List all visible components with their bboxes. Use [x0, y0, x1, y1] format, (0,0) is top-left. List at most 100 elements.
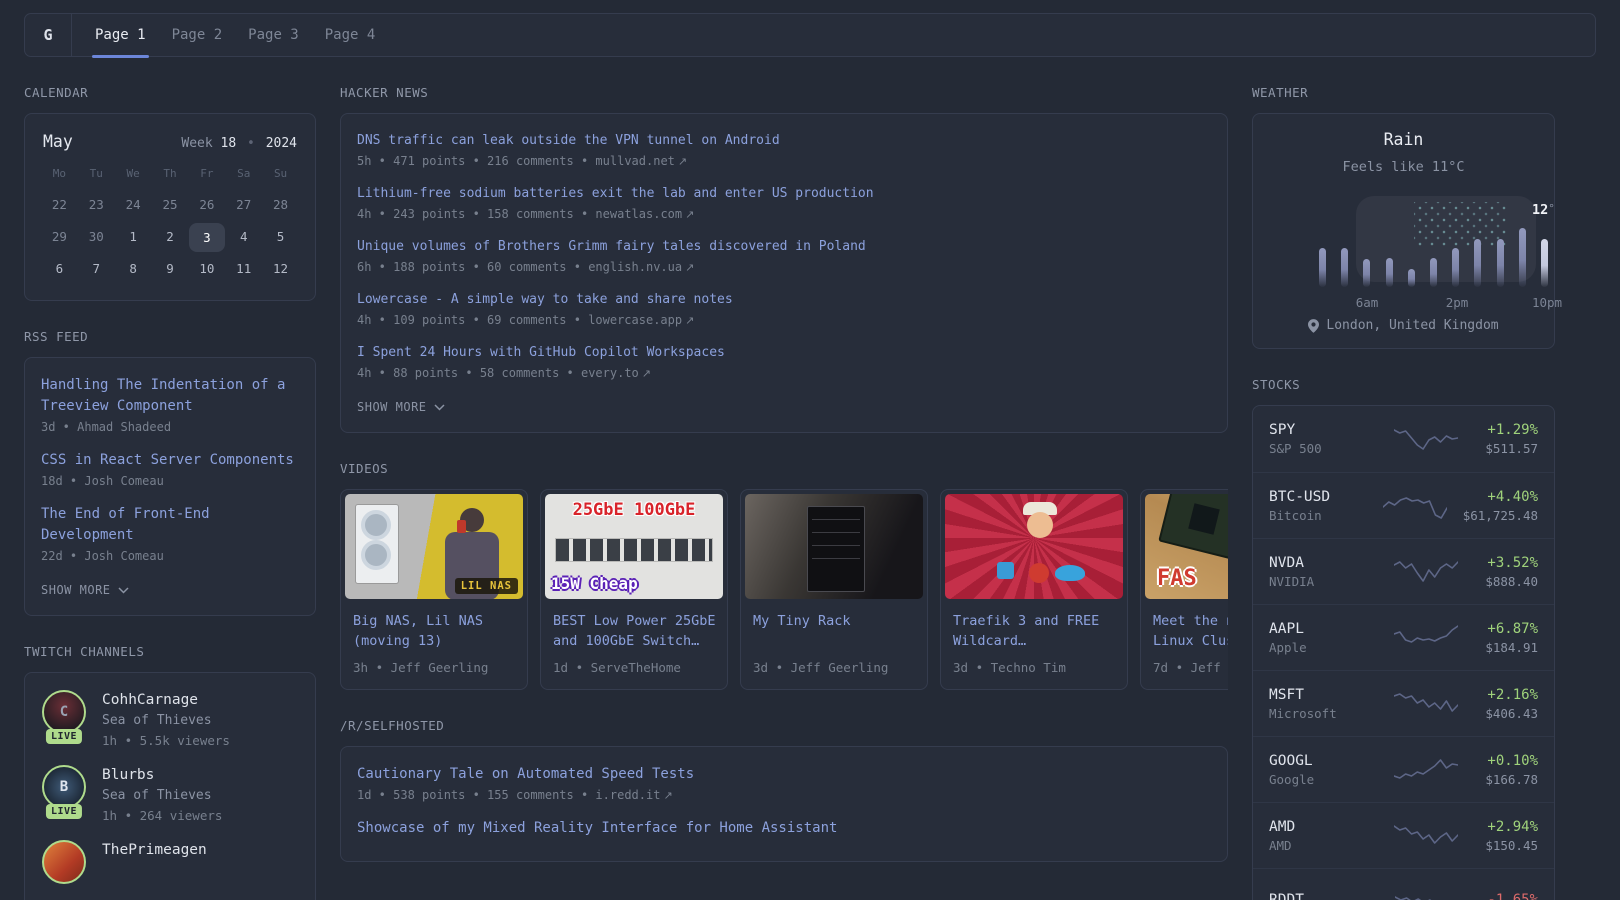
weather-bar [1496, 239, 1504, 287]
twitch-channel-info: Blurbs Sea of Thieves 1h • 264 viewers [102, 765, 222, 823]
reddit-item-domain-link[interactable]: i.redd.it ↗ [595, 788, 672, 802]
stock-row[interactable]: RDDT -1.65% [1253, 868, 1554, 900]
twitch-channel-row[interactable]: ThePrimeagen [41, 840, 299, 898]
selfhosted-section-title: /R/SELFHOSTED [340, 718, 445, 733]
tab-page-1[interactable]: Page 1 [82, 14, 159, 58]
rss-show-more-button[interactable]: SHOW MORE [41, 583, 129, 597]
calendar-day-today: 3 [188, 222, 225, 252]
hn-item-meta: 4h • 88 points • 58 comments • every.to ↗ [357, 366, 1211, 380]
stock-sparkline [1367, 624, 1485, 651]
rss-item-title-link[interactable]: CSS in React Server Components [41, 450, 299, 471]
calendar-day: 22 [51, 197, 67, 212]
hn-item-domain-link[interactable]: english.nv.ua ↗ [588, 260, 694, 274]
thumbnail-text: 25GbE 100GbE [572, 500, 696, 520]
tab-page-3[interactable]: Page 3 [235, 14, 312, 56]
reddit-item-domain: i.redd.it [595, 788, 661, 802]
time-tick: 6am [1355, 295, 1379, 310]
week-label: Week [181, 136, 213, 151]
separator-dot: • [247, 136, 255, 151]
videos-section-title: VIDEOS [340, 461, 389, 476]
weekday-label: Tu [89, 167, 103, 180]
stock-row[interactable]: NVDA NVIDIA +3.52% $888.40 [1253, 538, 1554, 604]
twitch-avatar-wrap: B LIVE [41, 765, 87, 823]
avatar [42, 840, 86, 884]
hn-item-domain-link[interactable]: lowercase.app ↗ [588, 313, 694, 327]
hn-item-title-link[interactable]: DNS traffic can leak outside the VPN tun… [357, 131, 1211, 151]
hn-item-domain: newatlas.com [595, 207, 683, 221]
twitch-channel-row[interactable]: C LIVE CohhCarnage Sea of Thieves 1h • 5… [41, 690, 299, 748]
video-card[interactable]: 25GbE 100GbE 15W Cheap BEST Low Power 25… [540, 489, 728, 690]
stock-row[interactable]: AMD AMD +2.94% $150.45 [1253, 802, 1554, 868]
twitch-channel-game: Sea of Thieves [102, 713, 212, 728]
live-badge: LIVE [45, 804, 83, 819]
hn-item-domain-link[interactable]: mullvad.net ↗ [595, 154, 687, 168]
rss-item-title-link[interactable]: The End of Front-End Development [41, 504, 299, 546]
stock-sparkline [1367, 889, 1487, 900]
twitch-avatar-wrap: C LIVE [41, 690, 87, 748]
stock-symbol: AMD [1269, 818, 1296, 835]
thumbnail-text: LIL NAS [454, 578, 518, 594]
video-meta: 3d • Techno Tim [953, 660, 1066, 675]
reddit-item-stats: 1d • 538 points • 155 comments • [357, 788, 596, 802]
left-column: CALENDAR May Week 18 • 2024 Mo Tu We Th … [24, 57, 316, 900]
stock-name: AMD [1269, 837, 1292, 853]
video-thumbnail [945, 494, 1123, 599]
show-more-label: SHOW MORE [357, 400, 427, 414]
weekday-label: Su [273, 167, 288, 180]
reddit-item-title-link[interactable]: Showcase of my Mixed Reality Interface f… [357, 818, 1211, 839]
stock-row[interactable]: MSFT Microsoft +2.16% $406.43 [1253, 670, 1554, 736]
top-nav: G Page 1 Page 2 Page 3 Page 4 [24, 13, 1596, 58]
hn-item-title-link[interactable]: Unique volumes of Brothers Grimm fairy t… [357, 237, 1211, 257]
hn-item-domain-link[interactable]: every.to ↗ [581, 366, 651, 380]
twitch-channel-row[interactable]: B LIVE Blurbs Sea of Thieves 1h • 264 vi… [41, 765, 299, 823]
stock-row[interactable]: BTC-USD Bitcoin +4.40% $61,725.48 [1253, 472, 1554, 538]
rss-item-meta: 18d • Josh Comeau [41, 474, 164, 488]
weather-section-title: WEATHER [1252, 85, 1309, 100]
calendar-day: 9 [166, 261, 174, 276]
hn-item-title-link[interactable]: Lowercase - A simple way to take and sha… [357, 290, 1211, 310]
video-card[interactable]: LIL NAS Big NAS, Lil NAS (moving 13) 3h … [340, 489, 528, 690]
video-card[interactable]: FAS Meet the new Linux Cluster… 7d • Jef… [1140, 489, 1228, 690]
rss-item-title-link[interactable]: Handling The Indentation of a Treeview C… [41, 375, 299, 417]
calendar-day: 28 [273, 197, 289, 212]
hn-item-meta: 5h • 471 points • 216 comments • mullvad… [357, 154, 1211, 168]
weekday-label: Th [163, 167, 177, 180]
stock-row[interactable]: AAPL Apple +6.87% $184.91 [1253, 604, 1554, 670]
hn-item-stats: 4h • 88 points • 58 comments • [357, 366, 581, 380]
stock-price: $166.78 [1485, 771, 1538, 787]
video-card[interactable]: My Tiny Rack 3d • Jeff Geerling [740, 489, 928, 690]
video-card[interactable]: Traefik 3 and FREE Wildcard… 3d • Techno… [940, 489, 1128, 690]
reddit-item-title-link[interactable]: Cautionary Tale on Automated Speed Tests [357, 764, 1211, 785]
stock-row[interactable]: GOOGL Google +0.10% $166.78 [1253, 736, 1554, 802]
main-column: HACKER NEWS DNS traffic can leak outside… [340, 57, 1228, 862]
tab-page-4[interactable]: Page 4 [312, 14, 389, 56]
stock-name: Microsoft [1269, 705, 1337, 721]
rss-widget: Handling The Indentation of a Treeview C… [24, 357, 316, 616]
app-logo[interactable]: G [25, 14, 72, 56]
weather-bar [1341, 248, 1349, 287]
thumbnail-text: 15W Cheap [551, 574, 638, 593]
stocks-widget: SPY S&P 500 +1.29% $511.57 BTC-USD Bitcoin … [1252, 405, 1555, 900]
reddit-item: Showcase of my Mixed Reality Interface f… [357, 818, 1211, 839]
stocks-section-title: STOCKS [1252, 377, 1301, 392]
stock-change: +1.29% [1487, 422, 1538, 438]
stock-change: +0.10% [1487, 752, 1538, 769]
hn-item-title-link[interactable]: I Spent 24 Hours with GitHub Copilot Wor… [357, 343, 1211, 363]
weather-bar [1319, 248, 1326, 287]
twitch-channel-info: CohhCarnage Sea of Thieves 1h • 5.5k vie… [102, 690, 230, 748]
hn-item-title-link[interactable]: Lithium-free sodium batteries exit the l… [357, 184, 1211, 204]
twitch-channel-name: CohhCarnage [102, 692, 199, 708]
hn-item-stats: 6h • 188 points • 60 comments • [357, 260, 589, 274]
stock-row[interactable]: SPY S&P 500 +1.29% $511.57 [1253, 406, 1554, 472]
hn-item-domain-link[interactable]: newatlas.com ↗ [595, 207, 694, 221]
twitch-channel-meta: 1h • 264 viewers [102, 808, 223, 823]
tab-page-2[interactable]: Page 2 [159, 14, 236, 56]
dashboard-columns: CALENDAR May Week 18 • 2024 Mo Tu We Th … [24, 57, 1620, 900]
calendar-day: 4 [239, 229, 248, 244]
rss-item: Handling The Indentation of a Treeview C… [41, 375, 299, 434]
calendar-day: 6 [55, 261, 64, 276]
twitch-channel-name: Blurbs [102, 767, 155, 783]
calendar-day: 5 [276, 229, 285, 244]
hn-show-more-button[interactable]: SHOW MORE [357, 400, 445, 414]
calendar-day: 26 [199, 197, 215, 212]
